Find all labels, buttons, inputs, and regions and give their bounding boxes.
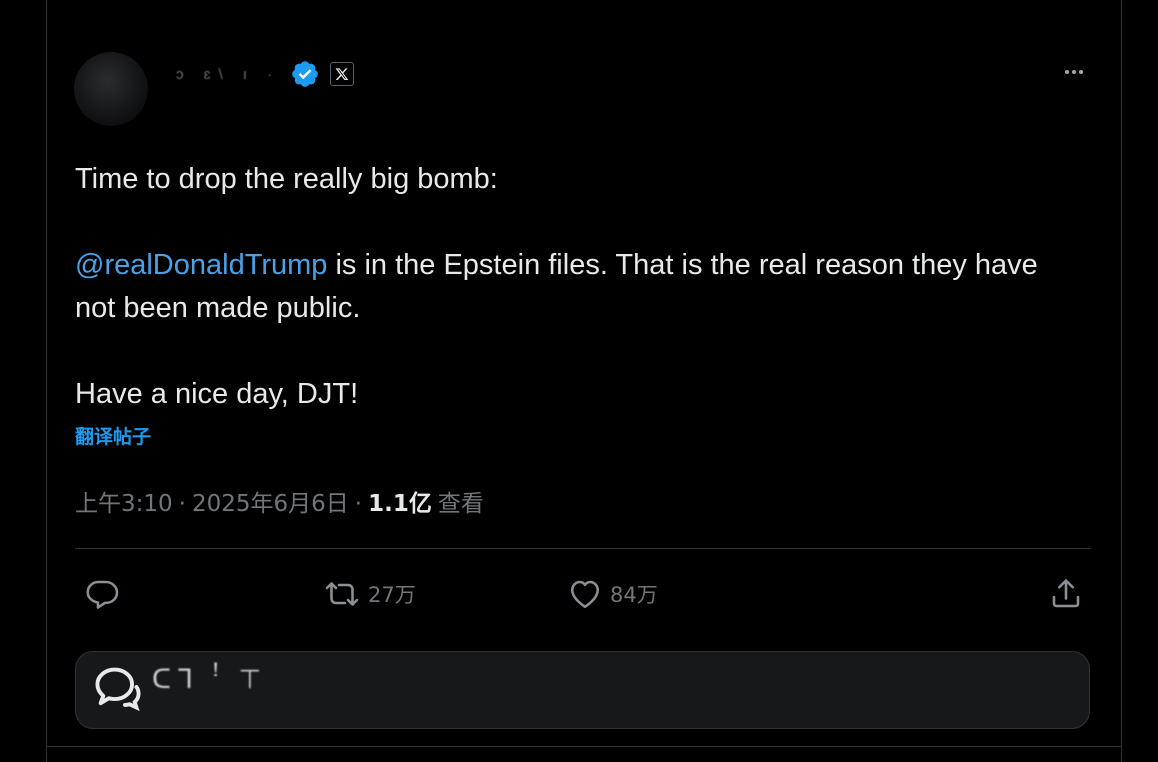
- author-display-name[interactable]: ᴐ ɛ\ ı ·: [176, 66, 280, 83]
- reply-input[interactable]: ᑕᒣ ꜝ ⊤: [75, 651, 1090, 729]
- share-icon: [1046, 576, 1086, 612]
- mention-link[interactable]: @realDonaldTrump: [75, 249, 327, 281]
- retweet-icon: [322, 576, 362, 612]
- more-horizontal-icon[interactable]: [1058, 60, 1090, 84]
- verified-badge-icon[interactable]: [290, 59, 320, 89]
- views-label: 查看: [437, 491, 484, 517]
- post-date[interactable]: 2025年6月6日: [192, 484, 349, 518]
- reply-icon: [84, 576, 120, 612]
- tweet-line-1: Time to drop the really big bomb:: [75, 163, 498, 195]
- divider: [75, 548, 1091, 549]
- retweet-count: 27万: [368, 583, 416, 607]
- share-button[interactable]: [1046, 576, 1086, 612]
- tweet-body: Time to drop the really big bomb: @realD…: [75, 158, 1065, 416]
- tweet-line-3: Have a nice day, DJT!: [75, 378, 359, 410]
- post-time[interactable]: 上午3:10: [75, 484, 173, 518]
- views-count: 1.1亿: [368, 491, 432, 517]
- avatar[interactable]: [74, 52, 148, 126]
- reply-placeholder: ᑕᒣ ꜝ ⊤: [152, 663, 268, 694]
- like-button[interactable]: 84万: [566, 576, 658, 612]
- tweet-line-2: @realDonaldTrump is in the Epstein files…: [75, 244, 1065, 330]
- meta-separator: ·: [354, 491, 363, 517]
- bottom-divider: [46, 746, 1122, 747]
- author-row: ᴐ ɛ\ ı ·: [176, 58, 355, 90]
- retweet-button[interactable]: 27万: [322, 576, 416, 612]
- post-meta: 上午3:10 · 2025年6月6日 · 1.1亿 查看: [75, 484, 484, 518]
- heart-icon: [566, 576, 604, 612]
- reply-button[interactable]: [84, 576, 120, 612]
- x-logo-icon[interactable]: [330, 62, 355, 86]
- like-count: 84万: [610, 583, 658, 607]
- chat-bubble-icon: [92, 662, 144, 719]
- meta-separator: ·: [178, 491, 186, 517]
- translate-post-link[interactable]: 翻译帖子: [75, 422, 151, 449]
